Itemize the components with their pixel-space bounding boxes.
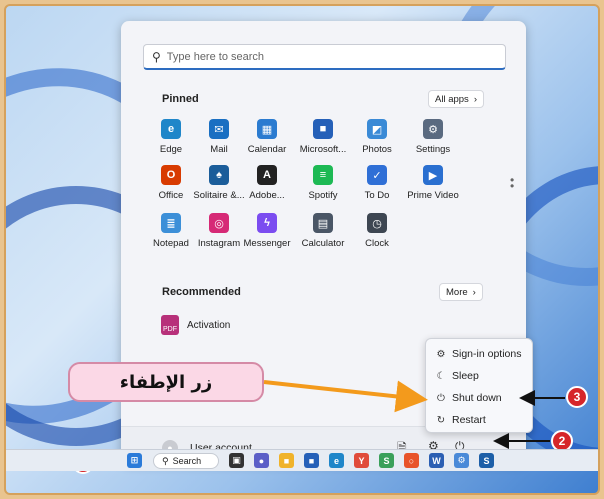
instagram-icon: ◎ [209,213,229,233]
prime-video-icon: ▶ [423,165,443,185]
calculator-icon: ▤ [313,213,333,233]
adobe-icon: A [257,165,277,185]
chevron-right-icon: › [473,93,477,105]
pinned-app-label: Clock [365,238,389,249]
more-label: More [446,286,468,298]
recommended-item-activation[interactable]: PDF Activation [161,315,230,335]
edge-icon: e [161,119,181,139]
settings-app-icon[interactable]: ⚙ [454,453,469,468]
taskbar-search-button[interactable]: ⚲ Search [153,453,219,469]
store-icon[interactable]: ■ [304,453,319,468]
pinned-app-adobe[interactable]: A Adobe... [235,165,299,201]
all-apps-button[interactable]: All apps › [428,90,484,108]
pinned-app-label: Calendar [247,144,287,155]
more-button[interactable]: More › [439,283,483,301]
search-icon: ⚲ [152,49,161,64]
gear-icon: ⚙ [423,119,443,139]
spotify-icon: ≡ [313,165,333,185]
pinned-app-settings[interactable]: ⚙ Settings [401,119,465,155]
power-menu-item-shut-down[interactable]: ⏻ Shut down [436,392,502,404]
taskbar: ⊞ ⚲ Search ▣ ● ■ ■ e Y S ○ W ⚙ S [6,449,598,471]
office-icon: O [161,165,181,185]
pinned-app-to-do[interactable]: ✓ To Do [345,165,409,201]
recommended-title: Recommended [162,286,241,298]
power-menu: ⚙ Sign-in options ☾ Sleep ⏻ Shut down ↻ … [425,338,533,433]
pinned-app-clock[interactable]: ◷ Clock [345,213,409,249]
chevron-right-icon: › [472,286,476,298]
power-menu-item-sign-in-options[interactable]: ⚙ Sign-in options [436,348,522,360]
sway-icon[interactable]: S [479,453,494,468]
power-menu-item-restart[interactable]: ↻ Restart [436,414,486,426]
chat-icon[interactable]: ● [254,453,269,468]
page-dots-indicator[interactable]: • • [510,174,514,192]
pdf-file-icon: PDF [161,315,179,335]
power-menu-item-label: Restart [452,414,486,426]
todo-icon: ✓ [367,165,387,185]
power-icon: ⏻ [437,392,445,404]
pinned-app-calendar[interactable]: ▦ Calendar [235,119,299,155]
pinned-app-label: Messenger [243,238,291,249]
annotation-badge-3: 3 [566,386,588,408]
skype-icon[interactable]: S [379,453,394,468]
pinned-app-label: Prime Video [407,190,459,201]
photos-icon: ◩ [367,119,387,139]
power-menu-item-label: Sleep [452,370,479,382]
calendar-icon: ▦ [257,119,277,139]
pinned-app-messenger[interactable]: ϟ Messenger [235,213,299,249]
word-icon[interactable]: W [429,453,444,468]
store-icon: ■ [313,119,333,139]
annotation-callout: زر الإطفاء [68,362,264,402]
pinned-app-label: Photos [362,144,392,155]
browser-icon[interactable]: ○ [404,453,419,468]
gear-icon: ⚙ [436,348,446,360]
notepad-icon: ≣ [161,213,181,233]
pinned-app-photos[interactable]: ◩ Photos [345,119,409,155]
pinned-app-label: Adobe... [249,190,285,201]
search-placeholder: Type here to search [166,50,265,63]
messenger-icon: ϟ [257,213,277,233]
search-input[interactable]: ⚲ Type here to search [143,44,506,70]
power-menu-item-label: Sign-in options [452,348,522,360]
task-view-icon[interactable]: ▣ [229,453,244,468]
restart-icon: ↻ [436,414,446,426]
edge-icon[interactable]: e [329,453,344,468]
taskbar-search-label: Search [172,456,202,466]
solitaire-icon: ♠ [209,165,229,185]
power-menu-item-sleep[interactable]: ☾ Sleep [436,370,479,382]
power-menu-item-label: Shut down [452,392,502,404]
search-icon: ⚲ [162,455,169,466]
all-apps-label: All apps [435,93,469,105]
clock-icon: ◷ [367,213,387,233]
file-explorer-icon[interactable]: ■ [279,453,294,468]
pinned-app-prime-video[interactable]: ▶ Prime Video [401,165,465,201]
mail-icon: ✉ [209,119,229,139]
windows-start-icon[interactable]: ⊞ [127,453,142,468]
pinned-app-label: Settings [415,144,451,155]
yandex-icon[interactable]: Y [354,453,369,468]
moon-icon: ☾ [436,370,446,382]
recommended-item-label: Activation [187,319,231,331]
pinned-title: Pinned [162,93,199,105]
pinned-app-label: To Do [364,190,390,201]
